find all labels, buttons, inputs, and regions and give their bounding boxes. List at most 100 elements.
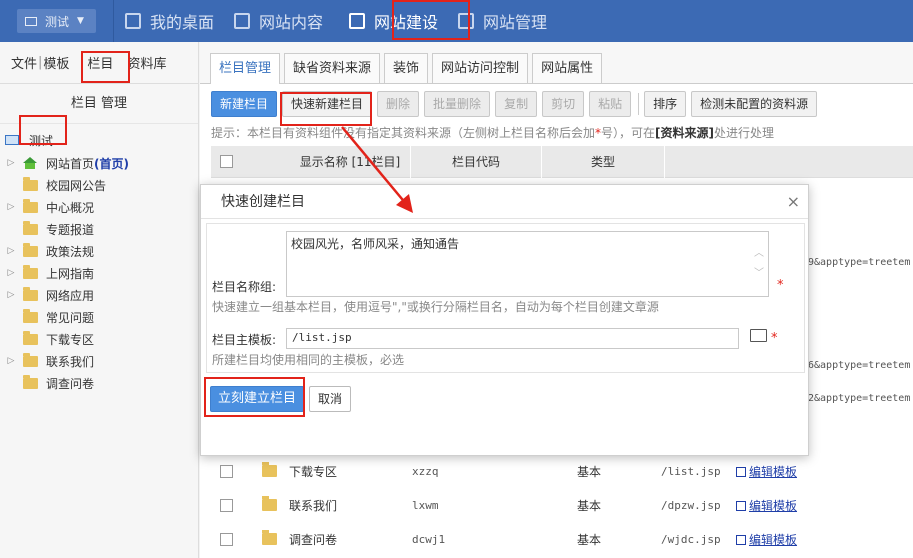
quick-create-dialog: 快速创建栏目 × 栏目名称组: 校园风光，名师风采，通知通告 ︿ ﹀ * 快速建立… — [200, 184, 809, 456]
tab-access-control[interactable]: 网站访问控制 — [432, 53, 529, 83]
tab-site-properties[interactable]: 网站属性 — [532, 53, 603, 83]
folder-icon — [23, 220, 38, 235]
linked-folder-icon — [23, 286, 38, 301]
close-icon[interactable]: × — [787, 185, 800, 219]
left-tab-templates[interactable]: 模板 — [43, 53, 69, 72]
expand-icon[interactable]: ▷ — [5, 246, 17, 256]
tree-item-label: 网络应用 — [46, 288, 95, 303]
expand-icon[interactable]: ▷ — [5, 268, 17, 278]
site-selector-label: 测试 — [45, 14, 70, 29]
left-tab-files[interactable]: 文件 — [0, 53, 37, 72]
row-checkbox[interactable] — [220, 498, 233, 512]
row-template: /wjdc.jsp — [661, 532, 721, 546]
tree-item-label: 上网指南 — [46, 266, 95, 281]
left-tab-columns[interactable]: 栏目 — [87, 53, 113, 72]
copy-button[interactable]: 复制 — [495, 91, 538, 117]
toolbar: 新建栏目 快速新建栏目 删除 批量删除 复制 剪切 粘贴 排序 检测未配置的资料… — [200, 84, 913, 124]
edit-template-link[interactable]: 编辑模板 — [736, 497, 797, 514]
expand-icon[interactable]: ▷ — [5, 290, 17, 300]
table-row[interactable]: 调查问卷 dcwj1 基本 /wjdc.jsp 编辑模板 — [211, 522, 913, 556]
table-row[interactable]: 联系我们 lxwm 基本 /dpzw.jsp 编辑模板 — [211, 488, 913, 522]
nav-build[interactable]: 网站建设 — [339, 0, 448, 42]
tree-item-contact[interactable]: ▷ 联系我们 — [0, 350, 198, 372]
dialog-form: 栏目名称组: 校园风光，名师风采，通知通告 ︿ ﹀ * 快速建立一组基本栏目，使用… — [206, 223, 805, 373]
batch-delete-button[interactable]: 批量删除 — [424, 91, 491, 117]
required-mark: * — [771, 331, 778, 346]
paste-button[interactable]: 粘贴 — [589, 91, 632, 117]
select-all-checkbox[interactable] — [220, 155, 233, 168]
nav-build-label: 网站建设 — [374, 13, 439, 32]
edit-icon — [736, 500, 746, 511]
tree-root[interactable]: 测试 — [0, 128, 198, 152]
column-manage-title: 栏目 管理 — [0, 84, 198, 124]
tree-item-home[interactable]: ▷ 网站首页 (首页) — [0, 152, 198, 174]
folder-open-icon[interactable] — [750, 329, 767, 342]
homepage-tag: (首页) — [94, 156, 129, 171]
tree-item-topics[interactable]: 专题报道 — [0, 218, 198, 240]
cut-button[interactable]: 剪切 — [542, 91, 585, 117]
expand-icon[interactable]: ▷ — [5, 202, 17, 212]
url-fragment: 9&apptype=treetem — [808, 257, 911, 268]
tree-item-faq[interactable]: 常见问题 — [0, 306, 198, 328]
grid-icon — [125, 13, 141, 29]
edit-template-link[interactable]: 编辑模板 — [736, 463, 797, 480]
row-name: 联系我们 — [289, 498, 338, 513]
expand-icon[interactable]: ▷ — [5, 356, 17, 366]
monitor-icon — [25, 16, 37, 26]
tree-item-apps[interactable]: ▷ 网络应用 — [0, 284, 198, 306]
nav-manage[interactable]: 网站管理 — [448, 0, 557, 42]
expand-icon[interactable]: ▷ — [5, 158, 17, 168]
edit-template-link[interactable]: 编辑模板 — [736, 531, 797, 548]
site-selector[interactable]: 测试 ▼ — [17, 9, 96, 33]
tree-item-guide[interactable]: ▷ 上网指南 — [0, 262, 198, 284]
home-icon — [23, 157, 38, 169]
monitor-settings-icon — [458, 13, 475, 29]
tree-item-survey[interactable]: 调查问卷 — [0, 372, 198, 394]
row-checkbox[interactable] — [220, 464, 233, 478]
row-type: 基本 — [577, 498, 602, 513]
tab-default-source[interactable]: 缺省资料来源 — [284, 53, 381, 83]
main-tabs: 栏目管理 缺省资料来源 装饰 网站访问控制 网站属性 — [200, 42, 913, 84]
tree-item-policy[interactable]: ▷ 政策法规 — [0, 240, 198, 262]
tree-item-label: 调查问卷 — [46, 376, 95, 391]
tree-item-overview[interactable]: ▷ 中心概况 — [0, 196, 198, 218]
folder-icon — [23, 374, 38, 389]
folder-icon — [23, 176, 38, 191]
col-name: 显示名称 [11栏目] — [299, 154, 401, 169]
main-template-input[interactable]: /list.jsp — [286, 328, 739, 349]
row-type: 基本 — [577, 532, 602, 547]
dialog-footer: 立刻建立栏目 取消 — [201, 373, 808, 455]
nav-content-label: 网站内容 — [259, 13, 324, 32]
delete-button[interactable]: 删除 — [377, 91, 420, 117]
row-name: 调查问卷 — [289, 532, 338, 547]
col-code: 栏目代码 — [410, 145, 541, 178]
folder-icon — [262, 496, 277, 511]
nav-desktop[interactable]: 我的桌面 — [115, 0, 224, 42]
top-nav-bar: 测试 ▼ 我的桌面 网站内容 网站建设 网站管理 — [0, 0, 913, 42]
name-group-textarea[interactable]: 校园风光，名师风采，通知通告 ︿ ﹀ — [286, 231, 769, 297]
tree-item-download[interactable]: 下载专区 — [0, 328, 198, 350]
edit-icon — [234, 13, 251, 29]
table-row[interactable]: 下载专区 xzzq 基本 /list.jsp 编辑模板 — [211, 454, 913, 488]
main-nav: 我的桌面 网站内容 网站建设 网站管理 — [114, 0, 557, 42]
table-header: 显示名称 [11栏目] 栏目代码 类型 — [211, 145, 913, 178]
new-column-button[interactable]: 新建栏目 — [211, 91, 278, 117]
left-tab-library[interactable]: 资料库 — [127, 53, 166, 72]
row-checkbox[interactable] — [220, 532, 233, 546]
quick-new-column-button[interactable]: 快速新建栏目 — [282, 91, 373, 117]
sort-button[interactable]: 排序 — [644, 91, 687, 117]
folder-icon — [23, 242, 38, 257]
nav-content[interactable]: 网站内容 — [224, 0, 333, 42]
scroll-arrows-icon[interactable]: ︿ ﹀ — [753, 244, 765, 284]
folder-icon — [23, 330, 38, 345]
cancel-button[interactable]: 取消 — [309, 386, 352, 412]
tree-root-label[interactable]: 测试 — [25, 130, 57, 151]
tab-decoration[interactable]: 装饰 — [384, 53, 429, 83]
create-columns-button[interactable]: 立刻建立栏目 — [210, 386, 305, 412]
tree-item-notice[interactable]: 校园网公告 — [0, 174, 198, 196]
check-source-button[interactable]: 检测未配置的资料源 — [691, 91, 818, 117]
caret-down-icon: ▼ — [77, 16, 84, 26]
tab-column-manage[interactable]: 栏目管理 — [210, 53, 281, 84]
name-group-label: 栏目名称组: — [212, 280, 277, 294]
row-code: xzzq — [412, 464, 439, 478]
